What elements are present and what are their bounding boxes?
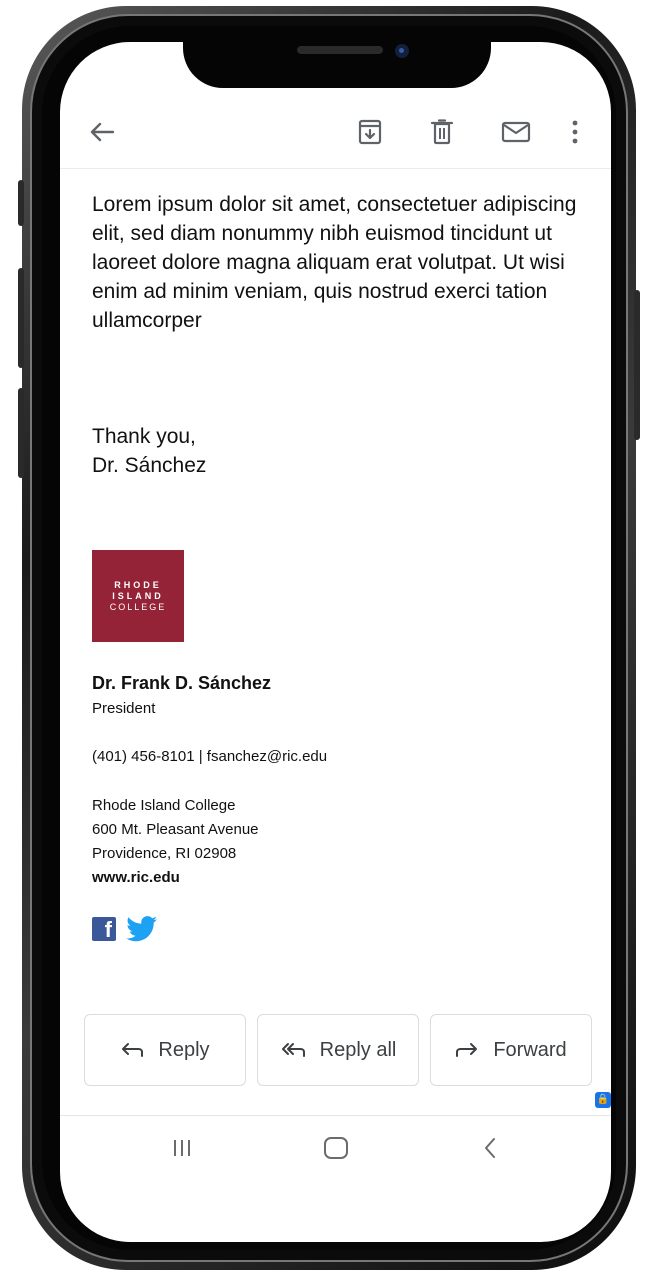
signature-city: Providence, RI 02908 — [92, 845, 237, 862]
signature-contact[interactable]: (401) 456-8101 | fsanchez@ric.edu — [92, 748, 327, 765]
recents-icon — [174, 1140, 190, 1156]
logo-line-3: COLLEGE — [109, 601, 167, 612]
speaker-grille — [297, 46, 383, 54]
power-button — [634, 290, 640, 440]
reply-button[interactable]: Reply — [84, 1014, 246, 1086]
archive-button[interactable] — [350, 112, 390, 152]
reply-all-button[interactable]: Reply all — [257, 1014, 419, 1086]
message-signoff: Thank you, Dr. Sánchez — [92, 422, 206, 480]
college-logo: RHODE ISLAND COLLEGE — [92, 550, 184, 642]
signature-org: Rhode Island College — [92, 797, 236, 814]
arrow-back-icon — [90, 122, 115, 142]
back-icon — [485, 1138, 495, 1158]
archive-icon — [358, 119, 382, 145]
message-body: Lorem ipsum dolor sit amet, consectetuer… — [92, 193, 577, 332]
mark-unread-button[interactable] — [496, 112, 536, 152]
forward-button[interactable]: Forward — [430, 1014, 592, 1086]
reply-all-icon — [281, 1043, 305, 1057]
front-camera — [395, 44, 409, 58]
signoff-name: Dr. Sánchez — [92, 454, 207, 477]
signature-name: Dr. Frank D. Sánchez — [92, 673, 272, 693]
signature-title: President — [92, 700, 156, 717]
logo-line-2: ISLAND — [112, 590, 164, 601]
mail-icon — [501, 121, 531, 143]
back-button[interactable] — [82, 112, 122, 152]
reply-icon — [122, 1043, 144, 1057]
mute-switch — [18, 180, 24, 226]
reply-label: Reply — [158, 1038, 210, 1061]
phone-screen: Lorem ipsum dolor sit amet, consectetuer… — [60, 42, 611, 1242]
reply-all-label: Reply all — [319, 1038, 397, 1061]
social-links: f — [92, 916, 158, 942]
message-actions: Reply Reply all Forward — [84, 1014, 592, 1086]
nav-back-button[interactable] — [466, 1128, 514, 1168]
home-button[interactable] — [312, 1128, 360, 1168]
system-navbar — [60, 1116, 611, 1176]
more-options-button[interactable] — [560, 112, 590, 152]
lock-icon: 🔒 — [595, 1092, 611, 1108]
message-toolbar — [60, 102, 611, 169]
signature-address: Rhode Island College 600 Mt. Pleasant Av… — [92, 794, 259, 890]
volume-down-button — [18, 388, 24, 478]
more-vert-icon — [572, 120, 578, 144]
home-icon — [324, 1137, 348, 1159]
trash-icon — [430, 119, 454, 145]
logo-line-1: RHODE — [114, 579, 162, 590]
signature-website-link[interactable]: www.ric.edu — [92, 866, 259, 890]
notch — [183, 42, 491, 88]
delete-button[interactable] — [422, 112, 462, 152]
forward-icon — [456, 1043, 478, 1057]
twitter-icon[interactable] — [126, 916, 158, 942]
facebook-icon[interactable]: f — [92, 917, 116, 942]
forward-label: Forward — [493, 1038, 567, 1061]
signature-street: 600 Mt. Pleasant Avenue — [92, 821, 259, 838]
signoff-line: Thank you, — [92, 425, 196, 448]
volume-up-button — [18, 268, 24, 368]
recents-button[interactable] — [158, 1128, 206, 1168]
